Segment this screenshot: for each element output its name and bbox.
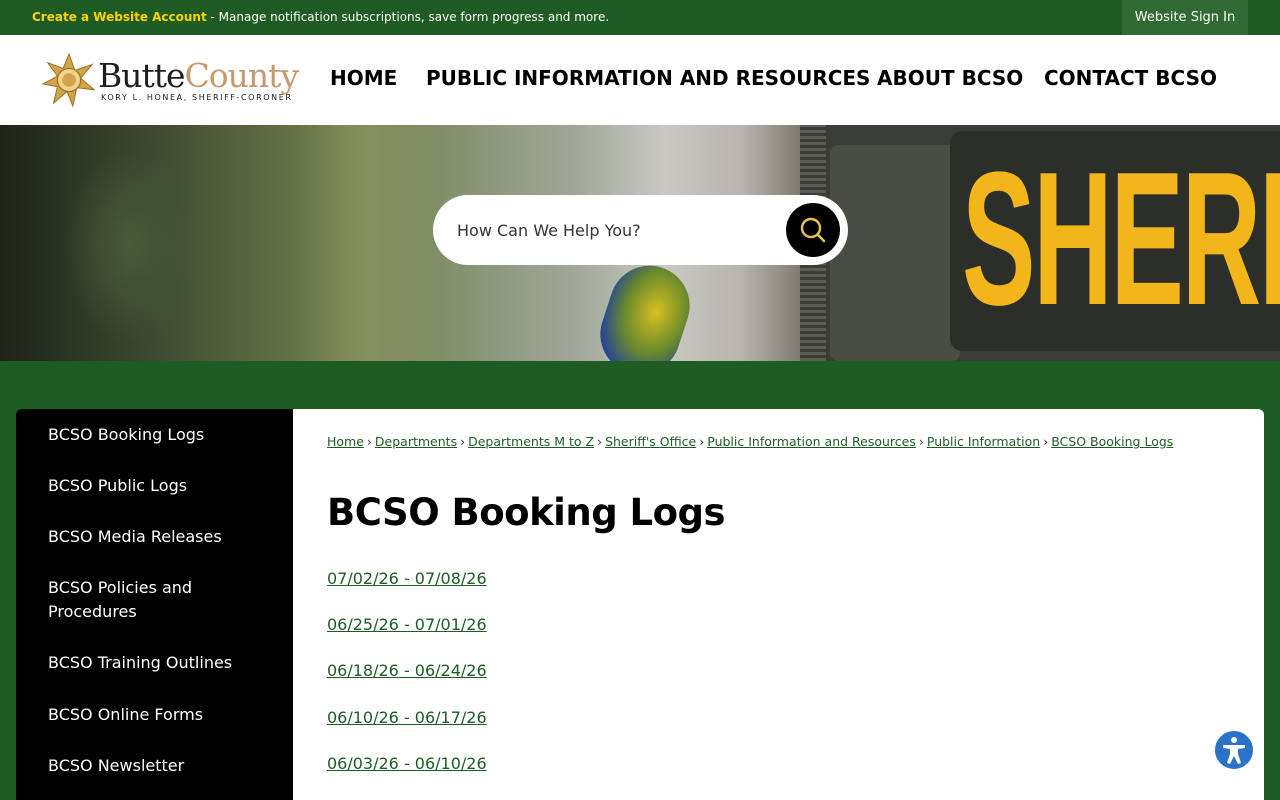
search-icon [800, 217, 826, 243]
logo-title-county: County [184, 55, 300, 95]
accessibility-icon [1223, 737, 1245, 764]
vest-pocket-image [830, 145, 960, 361]
breadcrumb-separator: › [699, 434, 705, 449]
top-notification-bar: Create a Website Account - Manage notifi… [0, 0, 1280, 35]
logo-title: ButteCounty [98, 55, 300, 95]
breadcrumb-separator: › [1043, 434, 1049, 449]
sidebar-item-booking-logs[interactable]: BCSO Booking Logs [48, 423, 268, 447]
sidebar-item-online-forms[interactable]: BCSO Online Forms [48, 703, 268, 727]
breadcrumb-separator: › [918, 434, 924, 449]
booking-log-link[interactable]: 07/02/26 - 07/08/26 [327, 569, 487, 588]
account-message: Create a Website Account - Manage notifi… [32, 10, 609, 24]
hero-blur [300, 125, 440, 361]
logo-text: ButteCounty KORY L. HONEA, SHERIFF-CORON… [98, 55, 300, 102]
search-button[interactable] [786, 203, 840, 257]
main-content: Home › Departments › Departments M to Z › Sher… [293, 409, 1264, 800]
breadcrumb-home[interactable]: Home [327, 434, 364, 449]
sidebar-item-public-logs[interactable]: BCSO Public Logs [48, 474, 268, 498]
butte-county-sheriff-logo[interactable]: ButteCounty KORY L. HONEA, SHERIFF-CORON… [40, 50, 305, 110]
logo-title-butte: Butte [98, 55, 186, 95]
site-search [433, 195, 848, 265]
sheriff-patch-text: SHERIFF [962, 133, 1280, 345]
sidebar-nav: BCSO Booking Logs BCSO Public Logs BCSO … [16, 409, 293, 800]
hero-blur [60, 145, 200, 345]
breadcrumb: Home › Departments › Departments M to Z › Sher… [327, 434, 1173, 449]
breadcrumb-booking-logs[interactable]: BCSO Booking Logs [1051, 434, 1173, 449]
sidebar-item-media-releases[interactable]: BCSO Media Releases [48, 525, 268, 549]
nav-public-information[interactable]: PUBLIC INFORMATION AND RESOURCES [426, 66, 870, 90]
sidebar-item-training-outlines[interactable]: BCSO Training Outlines [48, 651, 268, 675]
sheriff-star-icon [41, 52, 96, 108]
search-input[interactable] [457, 215, 777, 245]
breadcrumb-departments[interactable]: Departments [375, 434, 457, 449]
nav-about-bcso[interactable]: ABOUT BCSO [877, 66, 1023, 90]
page-title: BCSO Booking Logs [327, 491, 726, 534]
breadcrumb-public-information[interactable]: Public Information [927, 434, 1040, 449]
sidebar-item-newsletter[interactable]: BCSO Newsletter [48, 754, 268, 778]
breadcrumb-public-info-resources[interactable]: Public Information and Resources [707, 434, 916, 449]
account-message-text: - Manage notification subscriptions, sav… [206, 10, 610, 24]
website-sign-in-button[interactable]: Website Sign In [1122, 0, 1248, 35]
breadcrumb-sheriffs-office[interactable]: Sheriff's Office [605, 434, 696, 449]
breadcrumb-separator: › [366, 434, 372, 449]
accessibility-button[interactable] [1213, 729, 1255, 771]
logo-subtitle: KORY L. HONEA, SHERIFF-CORONER [101, 92, 293, 102]
shoulder-patch-image [589, 255, 701, 361]
site-header: ButteCounty KORY L. HONEA, SHERIFF-CORON… [0, 35, 1280, 125]
nav-home[interactable]: HOME [330, 66, 397, 90]
booking-log-link[interactable]: 06/18/26 - 06/24/26 [327, 661, 487, 680]
breadcrumb-separator: › [597, 434, 603, 449]
booking-log-link[interactable]: 06/03/26 - 06/10/26 [327, 754, 487, 773]
booking-log-link[interactable]: 06/10/26 - 06/17/26 [327, 708, 487, 727]
booking-log-link[interactable]: 06/25/26 - 07/01/26 [327, 615, 487, 634]
breadcrumb-separator: › [460, 434, 466, 449]
sidebar-item-policies-procedures[interactable]: BCSO Policies and Procedures [48, 576, 223, 624]
breadcrumb-departments-m-to-z[interactable]: Departments M to Z [468, 434, 594, 449]
nav-contact-bcso[interactable]: CONTACT BCSO [1044, 66, 1217, 90]
create-account-link[interactable]: Create a Website Account [32, 10, 207, 24]
